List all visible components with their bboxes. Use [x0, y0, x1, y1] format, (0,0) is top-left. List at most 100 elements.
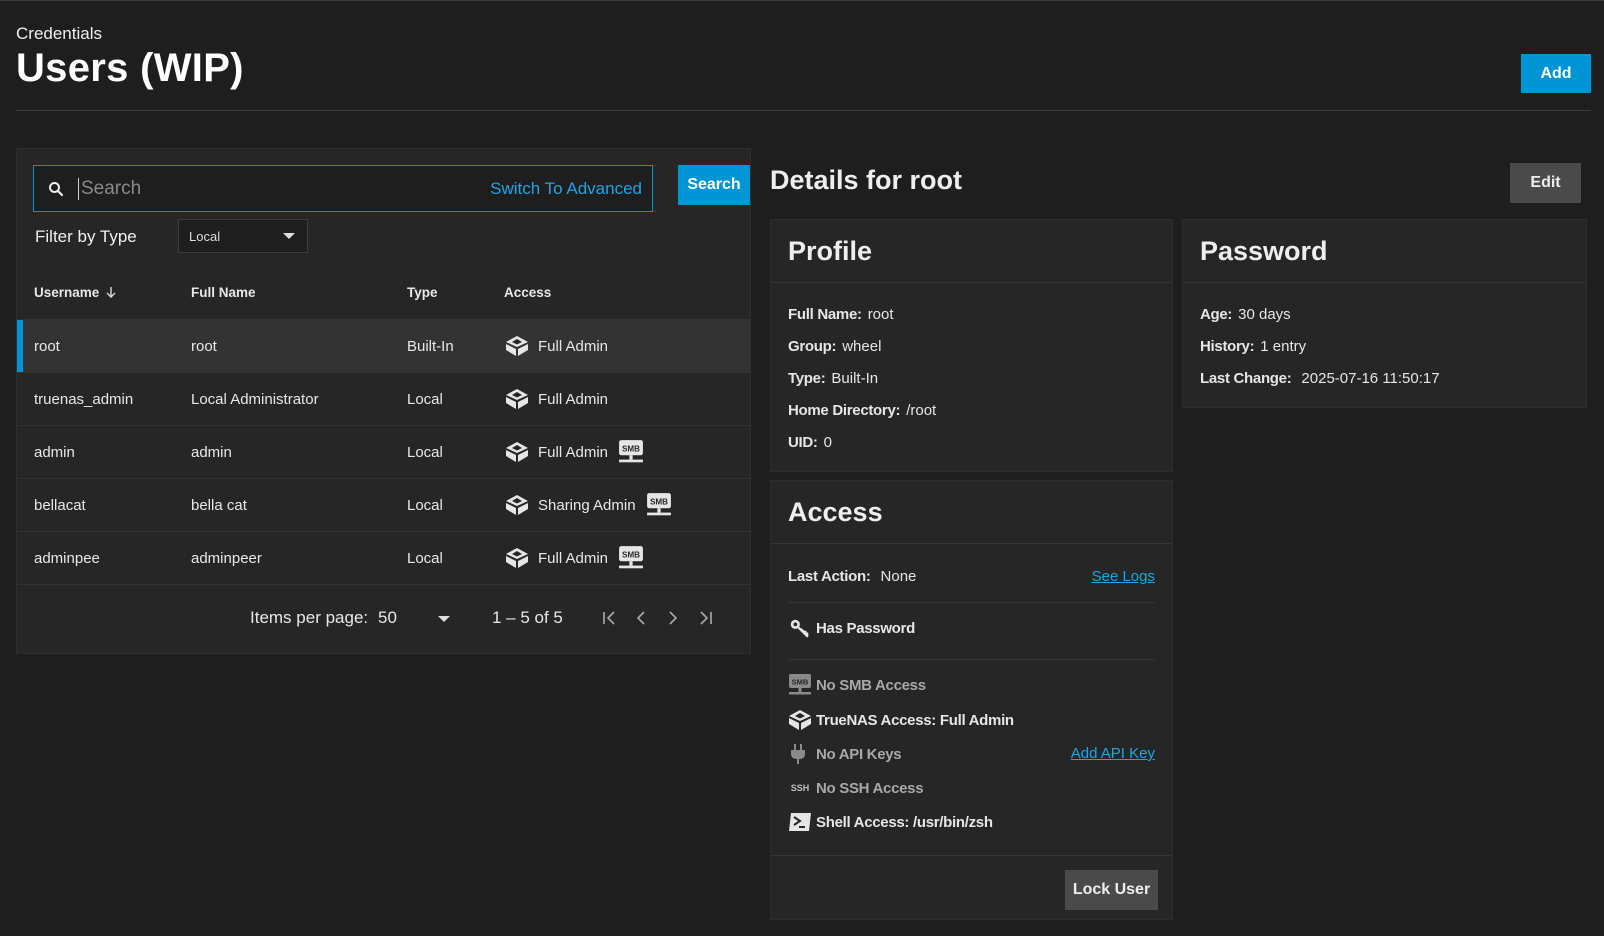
access-level: Full Admin — [538, 337, 609, 355]
table-header: Username Full Name Type Access — [17, 265, 750, 319]
profile-type: Type: Built-In — [788, 370, 878, 387]
full-name-cell: bella cat — [191, 496, 247, 514]
field-label: UID: — [788, 434, 818, 451]
smb-icon: SMB — [618, 545, 644, 571]
type-cell: Built-In — [407, 337, 454, 355]
add-api-key-link[interactable]: Add API Key — [1071, 745, 1155, 762]
type-cell: Local — [407, 390, 443, 408]
first-page-icon[interactable] — [600, 607, 620, 629]
full-name-cell: admin — [191, 443, 232, 461]
divider — [788, 602, 1155, 603]
smb-access-text: No SMB Access — [816, 676, 926, 694]
last-action: Last Action: None — [788, 568, 916, 585]
search-icon — [34, 180, 78, 198]
field-label: Full Name: — [788, 306, 862, 323]
top-border — [0, 0, 1604, 1]
column-header-username[interactable]: Username — [17, 285, 191, 300]
truenas-logo-icon — [504, 547, 530, 569]
access-card: Access Last Action: None See Logs Has Pas… — [770, 480, 1173, 920]
column-header-type[interactable]: Type — [407, 285, 504, 300]
items-per-page-label: Items per page: — [250, 608, 369, 627]
chevron-down-icon — [283, 233, 295, 239]
search-button[interactable]: Search — [678, 165, 750, 205]
filter-type-value: Local — [189, 228, 221, 244]
full-name-cell: Local Administrator — [191, 390, 319, 408]
field-label: Last Action: — [788, 568, 871, 585]
access-cell: Full Admin SMB — [504, 439, 750, 465]
search-field[interactable]: Switch To Advanced — [33, 165, 653, 212]
shell-access-text: Shell Access: /usr/bin/zsh — [816, 813, 993, 831]
header-divider — [16, 110, 1591, 111]
column-label: Username — [34, 284, 100, 300]
full-name-cell: root — [191, 337, 217, 355]
truenas-access-row: TrueNAS Access: Full Admin — [788, 708, 1155, 732]
field-value: 2025-07-16 11:50:17 — [1301, 370, 1440, 387]
table-row[interactable]: admin admin Local Full Admin SMB — [17, 425, 750, 478]
profile-uid: UID: 0 — [788, 434, 832, 451]
type-cell: Local — [407, 549, 443, 567]
truenas-logo-icon — [504, 388, 530, 410]
full-name-cell: adminpeer — [191, 549, 262, 567]
ssh-access-text: No SSH Access — [816, 779, 924, 797]
paginator: Items per page: 50 1 – 5 of 5 — [17, 584, 750, 653]
previous-page-icon[interactable] — [631, 607, 651, 629]
smb-access-row: SMB No SMB Access — [788, 673, 1155, 697]
smb-icon: SMB — [788, 673, 816, 697]
access-level: Sharing Admin — [538, 496, 636, 514]
profile-group: Group: wheel — [788, 338, 881, 355]
details-title: Details for root — [770, 165, 963, 195]
svg-text:SMB: SMB — [792, 678, 809, 687]
chevron-down-icon[interactable] — [438, 616, 450, 622]
has-password-row: Has Password — [788, 616, 1155, 640]
next-page-icon[interactable] — [663, 607, 683, 629]
table-row[interactable]: adminpee adminpeer Local Full Admin SMB — [17, 531, 750, 584]
smb-icon: SMB — [618, 439, 644, 465]
terminal-icon — [788, 810, 816, 834]
type-cell: Local — [407, 496, 443, 514]
access-cell: Sharing Admin SMB — [504, 492, 750, 518]
table-row[interactable]: truenas_admin Local Administrator Local Ful… — [17, 372, 750, 425]
access-cell: Full Admin SMB — [504, 545, 750, 571]
access-cell: Full Admin — [504, 388, 750, 410]
last-page-icon[interactable] — [695, 607, 715, 629]
profile-card: Profile Full Name: root Group: wheel Type:… — [770, 219, 1173, 472]
profile-home-directory: Home Directory: /root — [788, 402, 936, 419]
username-cell: bellacat — [34, 496, 86, 514]
breadcrumb[interactable]: Credentials — [16, 24, 102, 44]
lock-user-button[interactable]: Lock User — [1065, 870, 1158, 910]
page-size-select[interactable]: 50 — [378, 608, 397, 628]
field-value: 30 days — [1238, 306, 1291, 323]
svg-text:SMB: SMB — [622, 444, 640, 453]
filter-type-select[interactable]: Local — [178, 219, 308, 253]
svg-text:SMB: SMB — [650, 497, 668, 506]
search-input[interactable] — [78, 177, 491, 200]
field-label: History: — [1200, 338, 1255, 355]
ssh-access-row: SSH No SSH Access — [788, 776, 1155, 800]
add-button[interactable]: Add — [1521, 54, 1591, 93]
sort-arrow-down-icon — [106, 287, 116, 298]
smb-icon: SMB — [646, 492, 672, 518]
access-level: Full Admin — [538, 549, 609, 567]
switch-to-advanced-link[interactable]: Switch To Advanced — [490, 179, 642, 199]
table-row[interactable]: root root Built-In Full Admin — [17, 319, 750, 372]
field-value: 1 entry — [1260, 338, 1307, 355]
users-table: Username Full Name Type Access root root B… — [17, 265, 750, 653]
edit-button[interactable]: Edit — [1510, 163, 1581, 203]
svg-text:SMB: SMB — [622, 550, 640, 559]
column-header-full-name[interactable]: Full Name — [191, 285, 407, 300]
page-range: 1 – 5 of 5 — [492, 608, 563, 627]
key-icon — [788, 616, 816, 640]
username-cell: truenas_admin — [34, 390, 134, 408]
password-age: Age: 30 days — [1200, 306, 1291, 323]
username-cell: admin — [34, 443, 75, 461]
column-header-access[interactable]: Access — [504, 285, 750, 300]
field-value: Built-In — [831, 370, 879, 387]
field-label: Age: — [1200, 306, 1233, 323]
field-value: wheel — [842, 338, 882, 355]
see-logs-link[interactable]: See Logs — [1092, 568, 1155, 585]
users-list-panel: Switch To Advanced Search Filter by Type… — [16, 148, 751, 654]
table-row[interactable]: bellacat bella cat Local Sharing Admin SMB — [17, 478, 750, 531]
truenas-logo-icon — [504, 335, 530, 357]
truenas-logo-icon — [504, 494, 530, 516]
profile-card-title: Profile — [771, 220, 1172, 283]
